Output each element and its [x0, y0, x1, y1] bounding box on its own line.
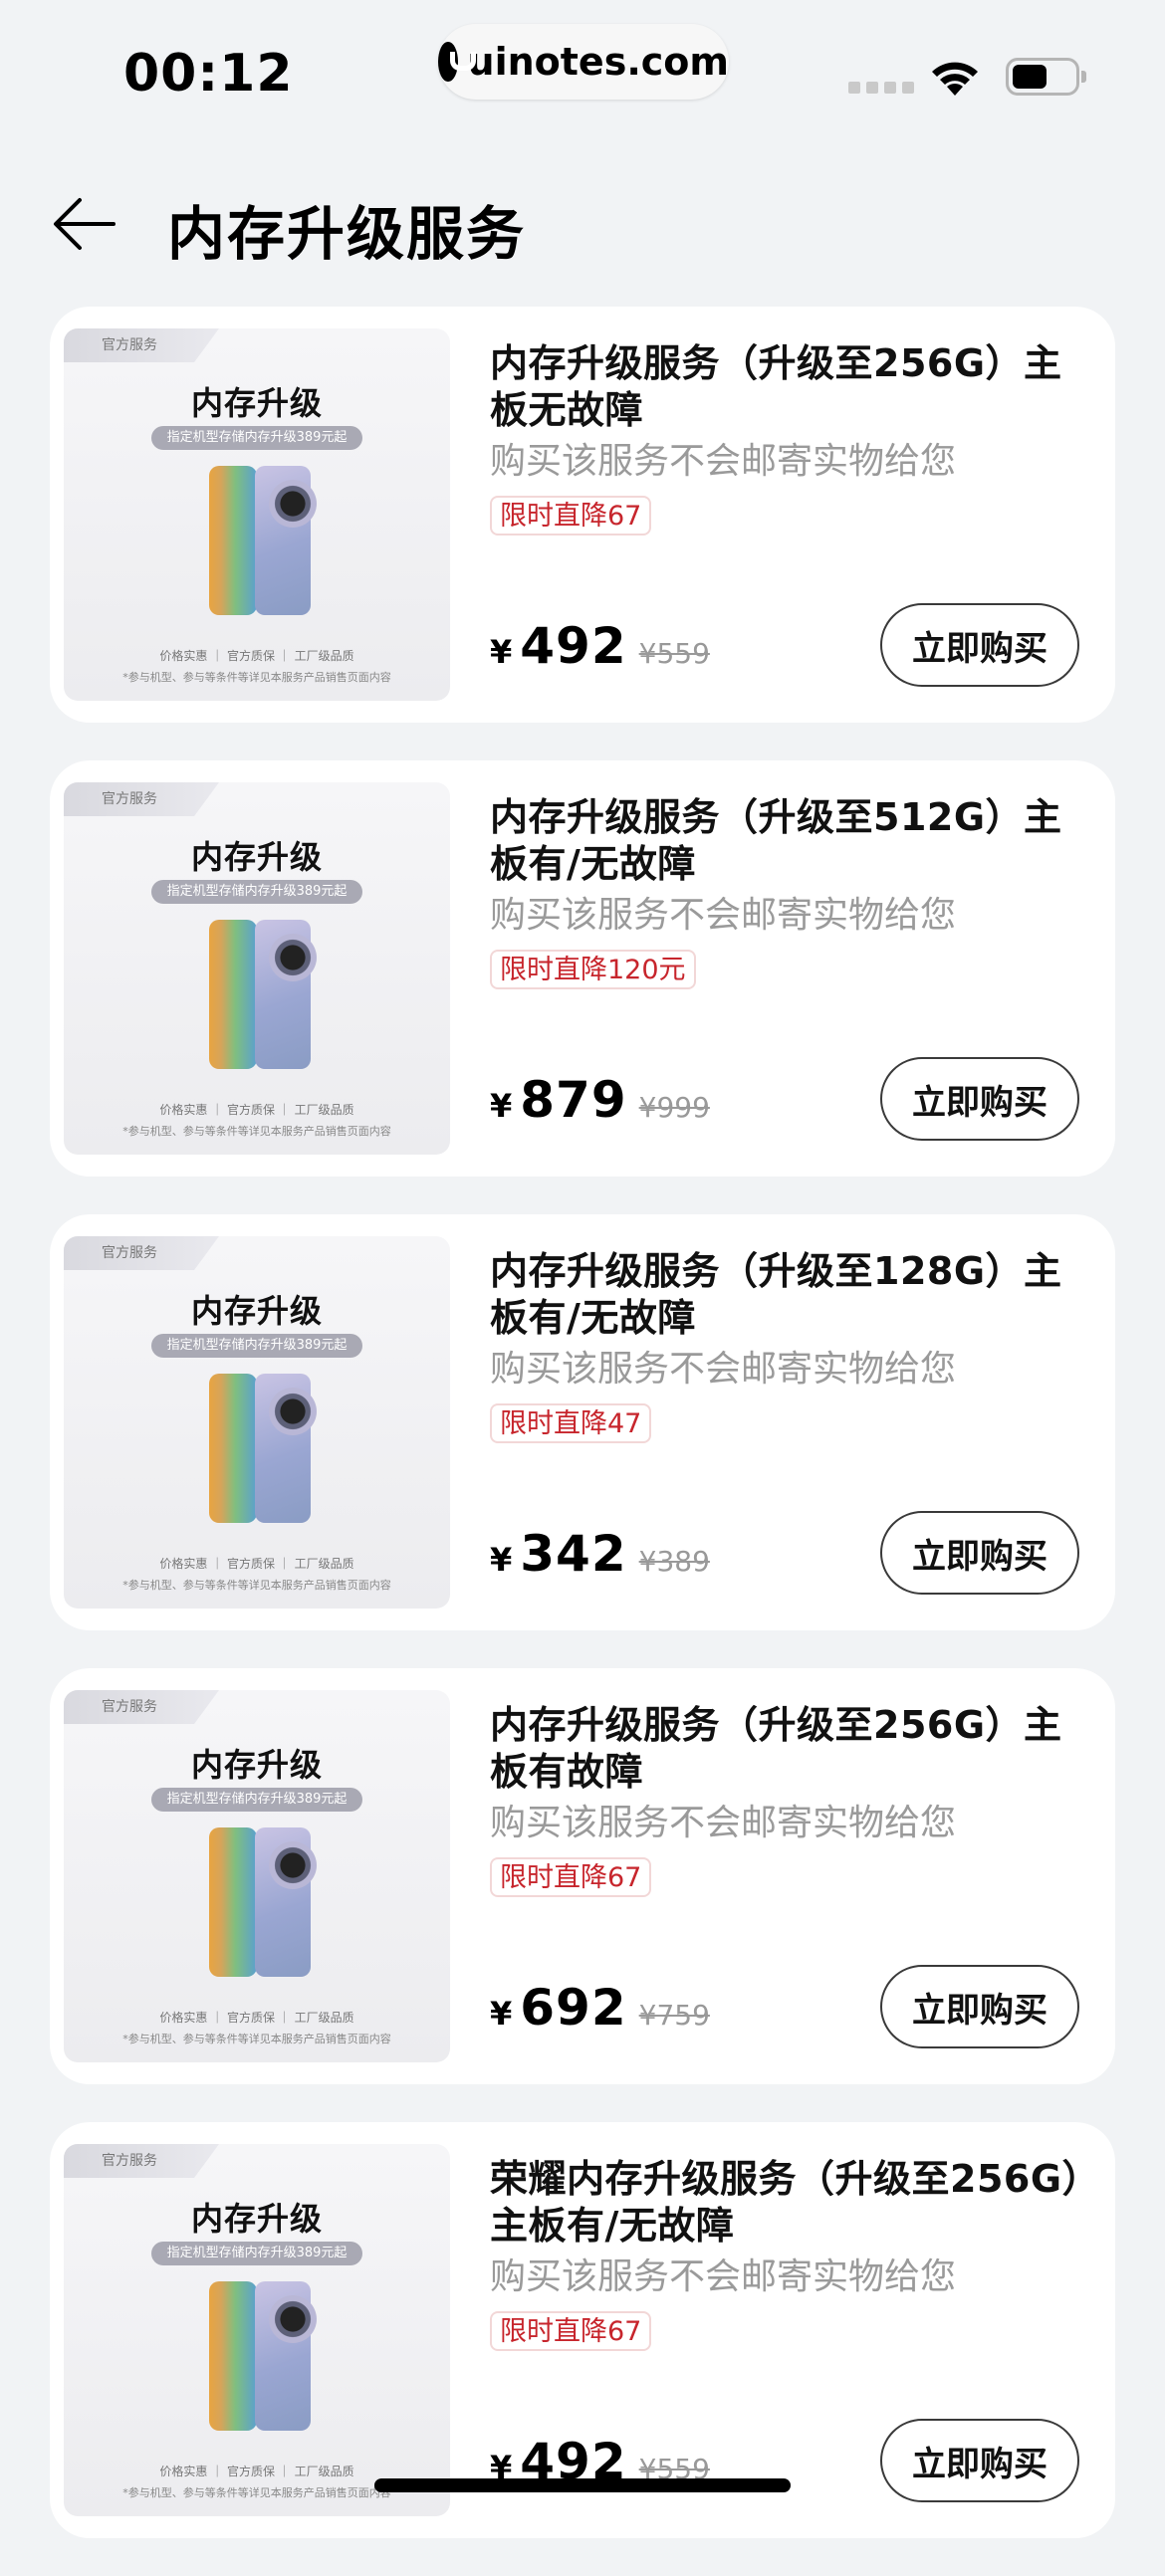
- phone-front-image: [209, 466, 257, 615]
- thumbnail-tag: 官方服务: [64, 1236, 219, 1270]
- currency-symbol: ¥: [490, 1087, 513, 1125]
- price-row: ¥ 879 ¥999: [490, 1071, 710, 1129]
- status-time: 00:12: [123, 44, 294, 104]
- product-description: 购买该服务不会邮寄实物给您: [490, 441, 957, 482]
- thumbnail-title: 内存升级: [190, 838, 323, 876]
- current-price: 342: [520, 1525, 627, 1583]
- back-arrow-icon: [54, 198, 116, 250]
- product-name[interactable]: 内存升级服务（升级至512G）主板有/无故障: [490, 794, 1087, 888]
- page-title: 内存升级服务: [167, 200, 527, 268]
- thumbnail-subtitle: 指定机型存储内存升级389元起: [151, 1788, 362, 1812]
- product-description: 购买该服务不会邮寄实物给您: [490, 1803, 957, 1843]
- price-row: ¥ 342 ¥389: [490, 1525, 710, 1583]
- product-description: 购买该服务不会邮寄实物给您: [490, 2256, 957, 2297]
- product-thumbnail[interactable]: 官方服务 内存升级 指定机型存储内存升级389元起 价格实惠 ｜ 官方质保 ｜ …: [64, 2144, 450, 2516]
- product-thumbnail[interactable]: 官方服务 内存升级 指定机型存储内存升级389元起 价格实惠 ｜ 官方质保 ｜ …: [64, 1236, 450, 1609]
- signal-icon: [848, 82, 914, 94]
- thumbnail-note: *参与机型、参与等条件等详见本服务产品销售页面内容: [122, 1579, 391, 1592]
- product-card[interactable]: 官方服务 内存升级 指定机型存储内存升级389元起 价格实惠 ｜ 官方质保 ｜ …: [50, 307, 1115, 723]
- product-card[interactable]: 官方服务 内存升级 指定机型存储内存升级389元起 价格实惠 ｜ 官方质保 ｜ …: [50, 2122, 1115, 2538]
- page-header: 内存升级服务: [0, 179, 1165, 269]
- currency-symbol: ¥: [490, 1995, 513, 2033]
- current-price: 492: [520, 617, 627, 675]
- phone-front-image: [209, 920, 257, 1069]
- product-info: 内存升级服务（升级至512G）主板有/无故障 购买该服务不会邮寄实物给您 限时直…: [490, 794, 1087, 989]
- original-price: ¥999: [638, 1091, 710, 1124]
- product-card[interactable]: 官方服务 内存升级 指定机型存储内存升级389元起 价格实惠 ｜ 官方质保 ｜ …: [50, 1668, 1115, 2084]
- buy-now-button[interactable]: 立即购买: [880, 1511, 1079, 1595]
- thumbnail-tag: 官方服务: [64, 2144, 219, 2178]
- price-row: ¥ 692 ¥759: [490, 1979, 710, 2037]
- discount-badge: 限时直降120元: [490, 950, 696, 989]
- discount-badge: 限时直降47: [490, 1403, 652, 1443]
- thumbnail-subtitle: 指定机型存储内存升级389元起: [151, 426, 362, 450]
- back-button[interactable]: [50, 189, 119, 259]
- currency-symbol: ¥: [490, 633, 513, 671]
- thumbnail-features: 价格实惠 ｜ 官方质保 ｜ 工厂级品质: [159, 2011, 354, 2025]
- battery-icon: [1006, 58, 1086, 96]
- product-info: 荣耀内存升级服务（升级至256G）主板有/无故障 购买该服务不会邮寄实物给您 限…: [490, 2156, 1087, 2351]
- product-list: 官方服务 内存升级 指定机型存储内存升级389元起 价格实惠 ｜ 官方质保 ｜ …: [50, 307, 1115, 2576]
- currency-symbol: ¥: [490, 1541, 513, 1579]
- product-card[interactable]: 官方服务 内存升级 指定机型存储内存升级389元起 价格实惠 ｜ 官方质保 ｜ …: [50, 760, 1115, 1177]
- thumbnail-features: 价格实惠 ｜ 官方质保 ｜ 工厂级品质: [159, 2465, 354, 2478]
- product-name[interactable]: 内存升级服务（升级至256G）主板无故障: [490, 340, 1087, 434]
- url-text: uinotes.com: [467, 40, 729, 84]
- buy-now-button[interactable]: 立即购买: [880, 2419, 1079, 2502]
- product-name[interactable]: 内存升级服务（升级至128G）主板有/无故障: [490, 1248, 1087, 1342]
- thumbnail-note: *参与机型、参与等条件等详见本服务产品销售页面内容: [122, 1125, 391, 1138]
- thumbnail-title: 内存升级: [190, 1292, 323, 1330]
- url-pill[interactable]: uinotes.com: [438, 24, 729, 100]
- camera-module-image: [269, 2295, 317, 2343]
- original-price: ¥559: [638, 637, 710, 670]
- product-thumbnail[interactable]: 官方服务 内存升级 指定机型存储内存升级389元起 价格实惠 ｜ 官方质保 ｜ …: [64, 328, 450, 701]
- thumbnail-note: *参与机型、参与等条件等详见本服务产品销售页面内容: [122, 2033, 391, 2045]
- product-info: 内存升级服务（升级至256G）主板无故障 购买该服务不会邮寄实物给您 限时直降6…: [490, 340, 1087, 536]
- thumbnail-title: 内存升级: [190, 1746, 323, 1784]
- camera-module-image: [269, 934, 317, 981]
- price-row: ¥ 492 ¥559: [490, 617, 710, 675]
- status-bar: 00:12 uinotes.com: [0, 0, 1165, 139]
- discount-badge: 限时直降67: [490, 1857, 652, 1897]
- thumbnail-tag: 官方服务: [64, 328, 219, 362]
- wifi-icon: [932, 62, 978, 96]
- thumbnail-subtitle: 指定机型存储内存升级389元起: [151, 1334, 362, 1358]
- product-info: 内存升级服务（升级至256G）主板有故障 购买该服务不会邮寄实物给您 限时直降6…: [490, 1702, 1087, 1897]
- discount-badge: 限时直降67: [490, 496, 652, 536]
- buy-now-button[interactable]: 立即购买: [880, 1057, 1079, 1141]
- camera-module-image: [269, 480, 317, 528]
- current-price: 879: [520, 1071, 627, 1129]
- product-thumbnail[interactable]: 官方服务 内存升级 指定机型存储内存升级389元起 价格实惠 ｜ 官方质保 ｜ …: [64, 1690, 450, 2062]
- product-name[interactable]: 内存升级服务（升级至256G）主板有故障: [490, 1702, 1087, 1796]
- thumbnail-title: 内存升级: [190, 384, 323, 422]
- original-price: ¥759: [638, 1999, 710, 2032]
- uinotes-logo-icon: [438, 42, 476, 82]
- thumbnail-note: *参与机型、参与等条件等详见本服务产品销售页面内容: [122, 671, 391, 684]
- phone-front-image: [209, 1827, 257, 1977]
- original-price: ¥389: [638, 1545, 710, 1578]
- buy-now-button[interactable]: 立即购买: [880, 1965, 1079, 2048]
- phone-front-image: [209, 1374, 257, 1523]
- thumbnail-subtitle: 指定机型存储内存升级389元起: [151, 880, 362, 904]
- product-card[interactable]: 官方服务 内存升级 指定机型存储内存升级389元起 价格实惠 ｜ 官方质保 ｜ …: [50, 1214, 1115, 1630]
- thumbnail-subtitle: 指定机型存储内存升级389元起: [151, 2242, 362, 2265]
- product-thumbnail[interactable]: 官方服务 内存升级 指定机型存储内存升级389元起 价格实惠 ｜ 官方质保 ｜ …: [64, 782, 450, 1155]
- thumbnail-tag: 官方服务: [64, 1690, 219, 1724]
- current-price: 692: [520, 1979, 627, 2037]
- camera-module-image: [269, 1388, 317, 1435]
- home-indicator: [374, 2478, 791, 2492]
- product-name[interactable]: 荣耀内存升级服务（升级至256G）主板有/无故障: [490, 2156, 1087, 2250]
- product-description: 购买该服务不会邮寄实物给您: [490, 1349, 957, 1390]
- thumbnail-features: 价格实惠 ｜ 官方质保 ｜ 工厂级品质: [159, 1557, 354, 1571]
- product-description: 购买该服务不会邮寄实物给您: [490, 895, 957, 936]
- thumbnail-features: 价格实惠 ｜ 官方质保 ｜ 工厂级品质: [159, 649, 354, 663]
- camera-module-image: [269, 1841, 317, 1889]
- thumbnail-features: 价格实惠 ｜ 官方质保 ｜ 工厂级品质: [159, 1103, 354, 1117]
- thumbnail-title: 内存升级: [190, 2200, 323, 2238]
- discount-badge: 限时直降67: [490, 2311, 652, 2351]
- buy-now-button[interactable]: 立即购买: [880, 603, 1079, 687]
- product-info: 内存升级服务（升级至128G）主板有/无故障 购买该服务不会邮寄实物给您 限时直…: [490, 1248, 1087, 1443]
- phone-front-image: [209, 2281, 257, 2431]
- thumbnail-tag: 官方服务: [64, 782, 219, 816]
